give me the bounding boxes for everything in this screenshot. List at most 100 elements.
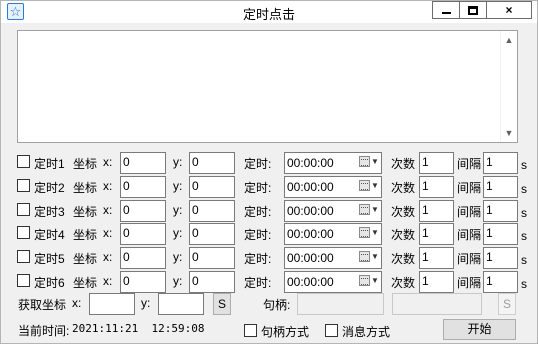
timer-label: 定时6 xyxy=(34,276,65,290)
scroll-up-icon[interactable]: ▲ xyxy=(501,32,517,48)
interval-field[interactable]: 1 xyxy=(483,271,518,293)
calendar-icon[interactable] xyxy=(359,227,370,238)
timer-enable-checkbox[interactable] xyxy=(17,250,30,263)
footer-row: 当前时间: 2021:11:21 12:59:08 句柄方式 消息方式 开始 xyxy=(1,319,538,341)
time-value: 00:00:00 xyxy=(287,227,334,241)
title-bar[interactable]: ☆ 定时点击 × xyxy=(1,1,537,23)
handle-mode-checkbox[interactable] xyxy=(244,324,257,337)
y-label: y: xyxy=(173,203,183,217)
y-field[interactable]: 0 xyxy=(189,176,235,198)
timer-row: 定时4 坐标 x: 0 y: 0 定时: 00:00:00 ▼ 次数 1 间隔 … xyxy=(1,223,538,245)
timer-row: 定时6 坐标 x: 0 y: 0 定时: 00:00:00 ▼ 次数 1 间隔 … xyxy=(1,271,538,293)
window-controls: × xyxy=(432,1,532,19)
time-picker[interactable]: 00:00:00 ▼ xyxy=(284,223,382,245)
timer-row: 定时2 坐标 x: 0 y: 0 定时: 00:00:00 ▼ 次数 1 间隔 … xyxy=(1,176,538,198)
maximize-button[interactable] xyxy=(459,1,487,19)
interval-label: 间隔 xyxy=(457,276,482,290)
coord-label: 坐标 xyxy=(73,181,98,195)
get-x-field[interactable] xyxy=(89,293,135,315)
time-picker[interactable]: 00:00:00 ▼ xyxy=(284,176,382,198)
time-value: 00:00:00 xyxy=(287,204,334,218)
count-field[interactable]: 1 xyxy=(419,152,454,174)
x-field[interactable]: 0 xyxy=(120,176,166,198)
time-value: 00:00:00 xyxy=(287,156,334,170)
interval-field[interactable]: 1 xyxy=(483,176,518,198)
count-field[interactable]: 1 xyxy=(419,200,454,222)
close-button[interactable]: × xyxy=(486,1,532,19)
y-field[interactable]: 0 xyxy=(189,223,235,245)
close-icon: × xyxy=(505,3,513,17)
calendar-icon[interactable] xyxy=(359,156,370,167)
interval-label: 间隔 xyxy=(457,205,482,219)
x-field[interactable]: 0 xyxy=(120,152,166,174)
count-field[interactable]: 1 xyxy=(419,176,454,198)
x-field[interactable]: 0 xyxy=(120,247,166,269)
chevron-down-icon[interactable]: ▼ xyxy=(371,157,379,166)
interval-field[interactable]: 1 xyxy=(483,152,518,174)
count-field[interactable]: 1 xyxy=(419,271,454,293)
x-label: x: xyxy=(103,155,113,169)
time-picker[interactable]: 00:00:00 ▼ xyxy=(284,271,382,293)
unit-label: s xyxy=(521,158,527,172)
y-field[interactable]: 0 xyxy=(189,271,235,293)
y-label: y: xyxy=(173,274,183,288)
time-picker[interactable]: 00:00:00 ▼ xyxy=(284,200,382,222)
minimize-button[interactable] xyxy=(432,1,460,19)
interval-label: 间隔 xyxy=(457,228,482,242)
time-value: 00:00:00 xyxy=(287,180,334,194)
calendar-icon[interactable] xyxy=(359,204,370,215)
calendar-icon[interactable] xyxy=(359,251,370,262)
interval-label: 间隔 xyxy=(457,181,482,195)
scroll-down-icon[interactable]: ▼ xyxy=(501,125,517,141)
timer-enable-checkbox[interactable] xyxy=(17,274,30,287)
get-coords-s-button[interactable]: S xyxy=(213,293,231,315)
handle-s-button[interactable]: S xyxy=(498,293,516,315)
chevron-down-icon[interactable]: ▼ xyxy=(371,252,379,261)
vertical-scrollbar[interactable]: ▲ ▼ xyxy=(500,31,517,142)
timer-enable-checkbox[interactable] xyxy=(17,203,30,216)
chevron-down-icon[interactable]: ▼ xyxy=(371,276,379,285)
calendar-icon[interactable] xyxy=(359,275,370,286)
x-field[interactable]: 0 xyxy=(120,200,166,222)
get-y-label: y: xyxy=(141,296,151,310)
current-time-label: 当前时间: xyxy=(18,324,70,338)
chevron-down-icon[interactable]: ▼ xyxy=(371,181,379,190)
y-label: y: xyxy=(173,226,183,240)
get-y-field[interactable] xyxy=(158,293,204,315)
y-field[interactable]: 0 xyxy=(189,247,235,269)
x-field[interactable]: 0 xyxy=(120,271,166,293)
chevron-down-icon[interactable]: ▼ xyxy=(371,228,379,237)
timer-enable-checkbox[interactable] xyxy=(17,179,30,192)
count-field[interactable]: 1 xyxy=(419,247,454,269)
timer-enable-checkbox[interactable] xyxy=(17,155,30,168)
timer-row: 定时5 坐标 x: 0 y: 0 定时: 00:00:00 ▼ 次数 1 间隔 … xyxy=(1,247,538,269)
message-mode-checkbox[interactable] xyxy=(325,324,338,337)
unit-label: s xyxy=(521,229,527,243)
interval-field[interactable]: 1 xyxy=(483,247,518,269)
maximize-icon xyxy=(468,5,478,15)
interval-label: 间隔 xyxy=(457,157,482,171)
chevron-down-icon[interactable]: ▼ xyxy=(371,205,379,214)
get-x-label: x: xyxy=(72,296,82,310)
time-value: 00:00:00 xyxy=(287,251,334,265)
coord-label: 坐标 xyxy=(73,228,98,242)
handle-label: 句柄: xyxy=(263,298,291,312)
interval-field[interactable]: 1 xyxy=(483,200,518,222)
log-textarea[interactable]: ▲ ▼ xyxy=(17,30,518,143)
handle-field-2[interactable] xyxy=(392,293,482,315)
count-field[interactable]: 1 xyxy=(419,223,454,245)
y-field[interactable]: 0 xyxy=(189,200,235,222)
handle-field[interactable] xyxy=(297,293,384,315)
coord-label: 坐标 xyxy=(73,276,98,290)
y-field[interactable]: 0 xyxy=(189,152,235,174)
message-mode-label: 消息方式 xyxy=(342,325,391,339)
time-picker[interactable]: 00:00:00 ▼ xyxy=(284,152,382,174)
x-field[interactable]: 0 xyxy=(120,223,166,245)
current-time-value: 2021:11:21 12:59:08 xyxy=(72,322,205,335)
time-picker[interactable]: 00:00:00 ▼ xyxy=(284,247,382,269)
timer-enable-checkbox[interactable] xyxy=(17,226,30,239)
interval-field[interactable]: 1 xyxy=(483,223,518,245)
calendar-icon[interactable] xyxy=(359,180,370,191)
count-label: 次数 xyxy=(391,228,416,242)
start-button[interactable]: 开始 xyxy=(443,319,516,340)
